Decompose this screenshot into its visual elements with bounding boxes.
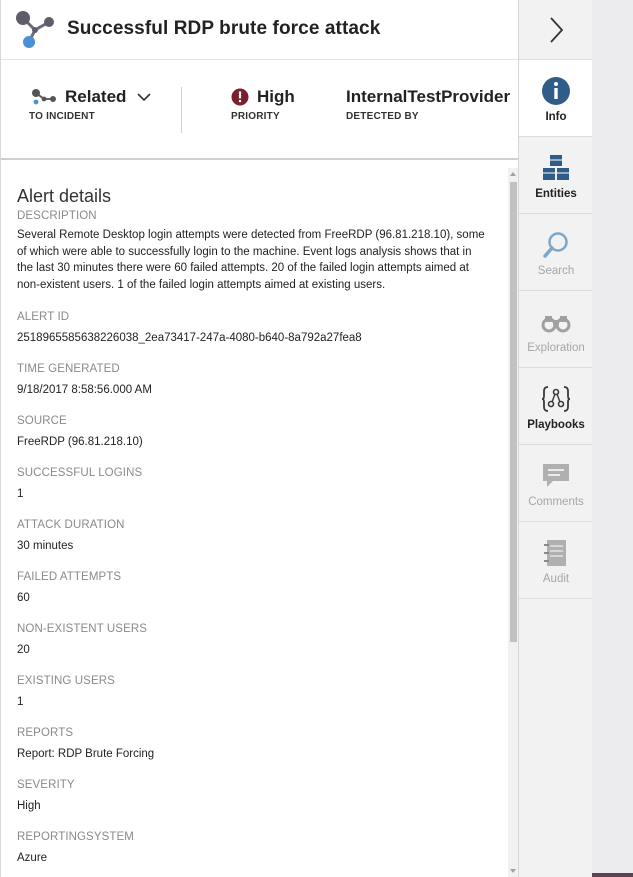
tab-comments[interactable]: Comments bbox=[519, 445, 593, 522]
alert-details-section: Alert details DESCRIPTION Several Remote… bbox=[1, 168, 506, 877]
tab-playbooks[interactable]: Playbooks bbox=[519, 368, 593, 445]
field-label: SEVERITY bbox=[17, 779, 75, 791]
detected-by-label: DETECTED BY bbox=[346, 111, 419, 122]
related-incident-dropdown[interactable]: Related TO INCIDENT bbox=[29, 87, 152, 122]
side-rail: Info Entities Search Exploration Playboo… bbox=[518, 0, 593, 877]
detected-by-block: InternalTestProvider DETECTED BY bbox=[346, 87, 510, 122]
related-value: Related bbox=[65, 87, 127, 106]
tab-search[interactable]: Search bbox=[519, 214, 593, 291]
pane-header: Successful RDP brute force attack bbox=[1, 0, 519, 60]
field-value: 60 bbox=[17, 592, 30, 604]
field-label: NON-EXISTENT USERS bbox=[17, 623, 148, 635]
tab-info[interactable]: Info bbox=[519, 60, 593, 137]
tab-label: Info bbox=[545, 111, 567, 123]
field-label: REPORTS bbox=[17, 727, 74, 739]
field-label: ATTACK DURATION bbox=[17, 519, 125, 531]
field-value: Several Remote Desktop login attempts we… bbox=[17, 229, 485, 291]
field-description: DESCRIPTION Several Remote Desktop login… bbox=[17, 210, 487, 293]
tab-label: Playbooks bbox=[527, 419, 585, 431]
priority-value: High bbox=[257, 87, 295, 106]
info-icon bbox=[542, 77, 570, 105]
field-label: SUCCESSFUL LOGINS bbox=[17, 467, 143, 479]
alert-graph-icon bbox=[16, 11, 54, 48]
tab-label: Entities bbox=[535, 188, 577, 200]
comment-icon bbox=[543, 464, 569, 487]
alert-summary-bar: Related TO INCIDENT High PRIORITY Intern… bbox=[1, 60, 519, 160]
alert-details-pane: Successful RDP brute force attack Relate… bbox=[0, 0, 519, 877]
tab-label: Comments bbox=[528, 496, 584, 508]
graph-nodes-icon bbox=[32, 89, 56, 105]
collapse-pane-button[interactable] bbox=[519, 0, 593, 60]
tab-label: Audit bbox=[542, 573, 570, 585]
alert-title: Successful RDP brute force attack bbox=[67, 18, 381, 39]
field-label: REPORTINGSYSTEM bbox=[17, 831, 134, 843]
field-source: SOURCE FreeRDP (96.81.218.10) bbox=[17, 415, 487, 451]
binoculars-icon bbox=[541, 316, 571, 333]
priority-block: High PRIORITY bbox=[231, 87, 295, 122]
tab-label: Exploration bbox=[527, 342, 585, 354]
field-value[interactable]: Report: RDP Brute Forcing bbox=[17, 746, 487, 763]
priority-label: PRIORITY bbox=[231, 111, 280, 122]
search-icon bbox=[543, 232, 568, 258]
field-reports: REPORTS Report: RDP Brute Forcing bbox=[17, 727, 487, 763]
field-value: FreeRDP (96.81.218.10) bbox=[17, 436, 143, 448]
field-time-generated: TIME GENERATED 9/18/2017 8:58:56.000 AM bbox=[17, 363, 487, 399]
field-value: 2518965585638226038_2ea73417-247a-4080-b… bbox=[17, 332, 362, 344]
background-gutter bbox=[592, 0, 633, 877]
field-existing-users: EXISTING USERS 1 bbox=[17, 675, 487, 711]
field-value: 1 bbox=[17, 488, 24, 500]
field-alert-id: ALERT ID 2518965585638226038_2ea73417-24… bbox=[17, 311, 487, 347]
field-value: 30 minutes bbox=[17, 540, 74, 552]
field-successful-logins: SUCCESSFUL LOGINS 1 bbox=[17, 467, 487, 503]
tab-label: Search bbox=[537, 265, 575, 277]
playbook-icon bbox=[541, 386, 571, 412]
related-label: TO INCIDENT bbox=[29, 111, 95, 122]
cubes-icon bbox=[543, 155, 569, 180]
accent-strip bbox=[592, 873, 633, 877]
tab-entities[interactable]: Entities bbox=[519, 137, 593, 214]
chevron-right-icon bbox=[550, 16, 564, 43]
exclamation-circle-icon bbox=[231, 88, 249, 106]
scroll-down-arrow-icon[interactable] bbox=[510, 869, 516, 873]
section-title: Alert details bbox=[17, 186, 112, 206]
tab-audit[interactable]: Audit bbox=[519, 522, 593, 599]
field-label: DESCRIPTION bbox=[17, 210, 97, 222]
field-label: EXISTING USERS bbox=[17, 675, 115, 687]
detected-by-value: InternalTestProvider bbox=[346, 87, 511, 106]
notebook-icon bbox=[544, 540, 566, 566]
field-non-existent-users: NON-EXISTENT USERS 20 bbox=[17, 623, 487, 659]
tab-exploration[interactable]: Exploration bbox=[519, 291, 593, 368]
field-label: FAILED ATTEMPTS bbox=[17, 571, 122, 583]
field-label: SOURCE bbox=[17, 415, 67, 427]
scrollbar-thumb[interactable] bbox=[510, 182, 517, 642]
field-value: 1 bbox=[17, 696, 24, 708]
field-value: 9/18/2017 8:58:56.000 AM bbox=[17, 384, 152, 396]
summary-divider bbox=[181, 87, 182, 133]
scroll-up-arrow-icon[interactable] bbox=[510, 172, 516, 176]
chevron-down-icon bbox=[137, 93, 151, 102]
field-value: Azure bbox=[17, 852, 48, 864]
field-attack-duration: ATTACK DURATION 30 minutes bbox=[17, 519, 487, 555]
field-reporting-system: REPORTINGSYSTEM Azure bbox=[17, 831, 487, 867]
field-severity: SEVERITY High bbox=[17, 779, 487, 815]
field-failed-attempts: FAILED ATTEMPTS 60 bbox=[17, 571, 487, 607]
field-value: High bbox=[17, 800, 41, 812]
field-label: ALERT ID bbox=[17, 311, 70, 323]
field-value: 20 bbox=[17, 644, 30, 656]
field-label: TIME GENERATED bbox=[17, 363, 120, 375]
